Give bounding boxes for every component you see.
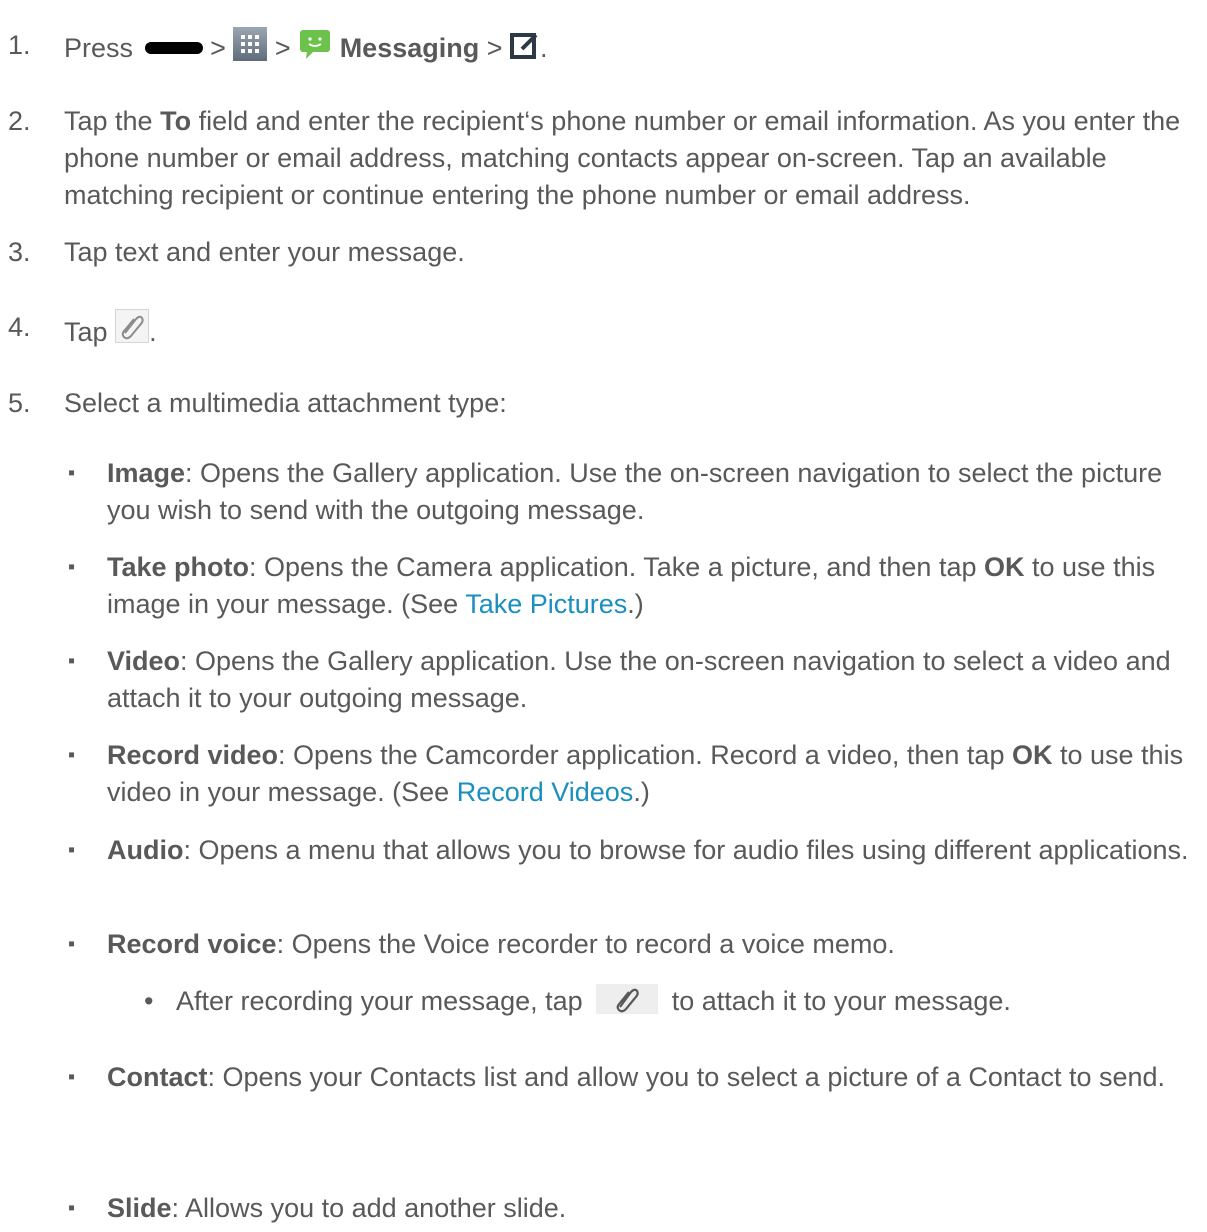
step-number: 4. <box>8 312 31 342</box>
option-label: Record voice <box>107 929 277 959</box>
sub-bullet: • <box>144 986 154 1016</box>
paperclip-icon <box>115 309 150 343</box>
compose-icon <box>510 33 538 59</box>
option-label: Contact <box>107 1062 208 1092</box>
apps-grid-icon <box>233 27 268 61</box>
bullet: ▪ <box>68 839 76 861</box>
take-pictures-link[interactable]: Take Pictures <box>465 589 627 619</box>
step-number: 1. <box>8 30 31 60</box>
bullet: ▪ <box>68 650 76 672</box>
bullet: ▪ <box>68 1066 76 1088</box>
option-label: Video <box>107 646 181 676</box>
step-number: 5. <box>8 388 31 418</box>
option-label: Take photo <box>107 552 250 582</box>
instructions-page: 1. Press > > Messaging > . 2. Tap the To… <box>0 0 1207 1232</box>
step-number: 2. <box>8 106 31 136</box>
bullet: ▪ <box>68 1197 76 1219</box>
home-key-icon <box>144 42 203 54</box>
step-text: Tap . <box>64 309 1199 351</box>
option-label: Record video <box>107 740 279 770</box>
bullet: ▪ <box>68 556 76 578</box>
paperclip-icon <box>596 984 659 1014</box>
option-label: Image <box>107 458 186 488</box>
messaging-app-icon <box>300 30 331 59</box>
step-text: Tap the To field and enter the recipient… <box>64 106 1181 210</box>
record-videos-link[interactable]: Record Videos <box>457 777 634 807</box>
option-label: Slide <box>107 1193 172 1223</box>
messaging-label: Messaging <box>339 33 480 63</box>
step-text: Select a multimedia attachment type: <box>64 388 507 418</box>
step-number: 3. <box>8 237 31 267</box>
step-text: Press > > Messaging > . <box>64 27 1199 67</box>
bullet: ▪ <box>68 933 76 955</box>
step-text: Tap text and enter your message. <box>64 237 465 267</box>
bullet: ▪ <box>68 462 76 484</box>
option-label: Audio <box>107 835 184 865</box>
bullet: ▪ <box>68 744 76 766</box>
